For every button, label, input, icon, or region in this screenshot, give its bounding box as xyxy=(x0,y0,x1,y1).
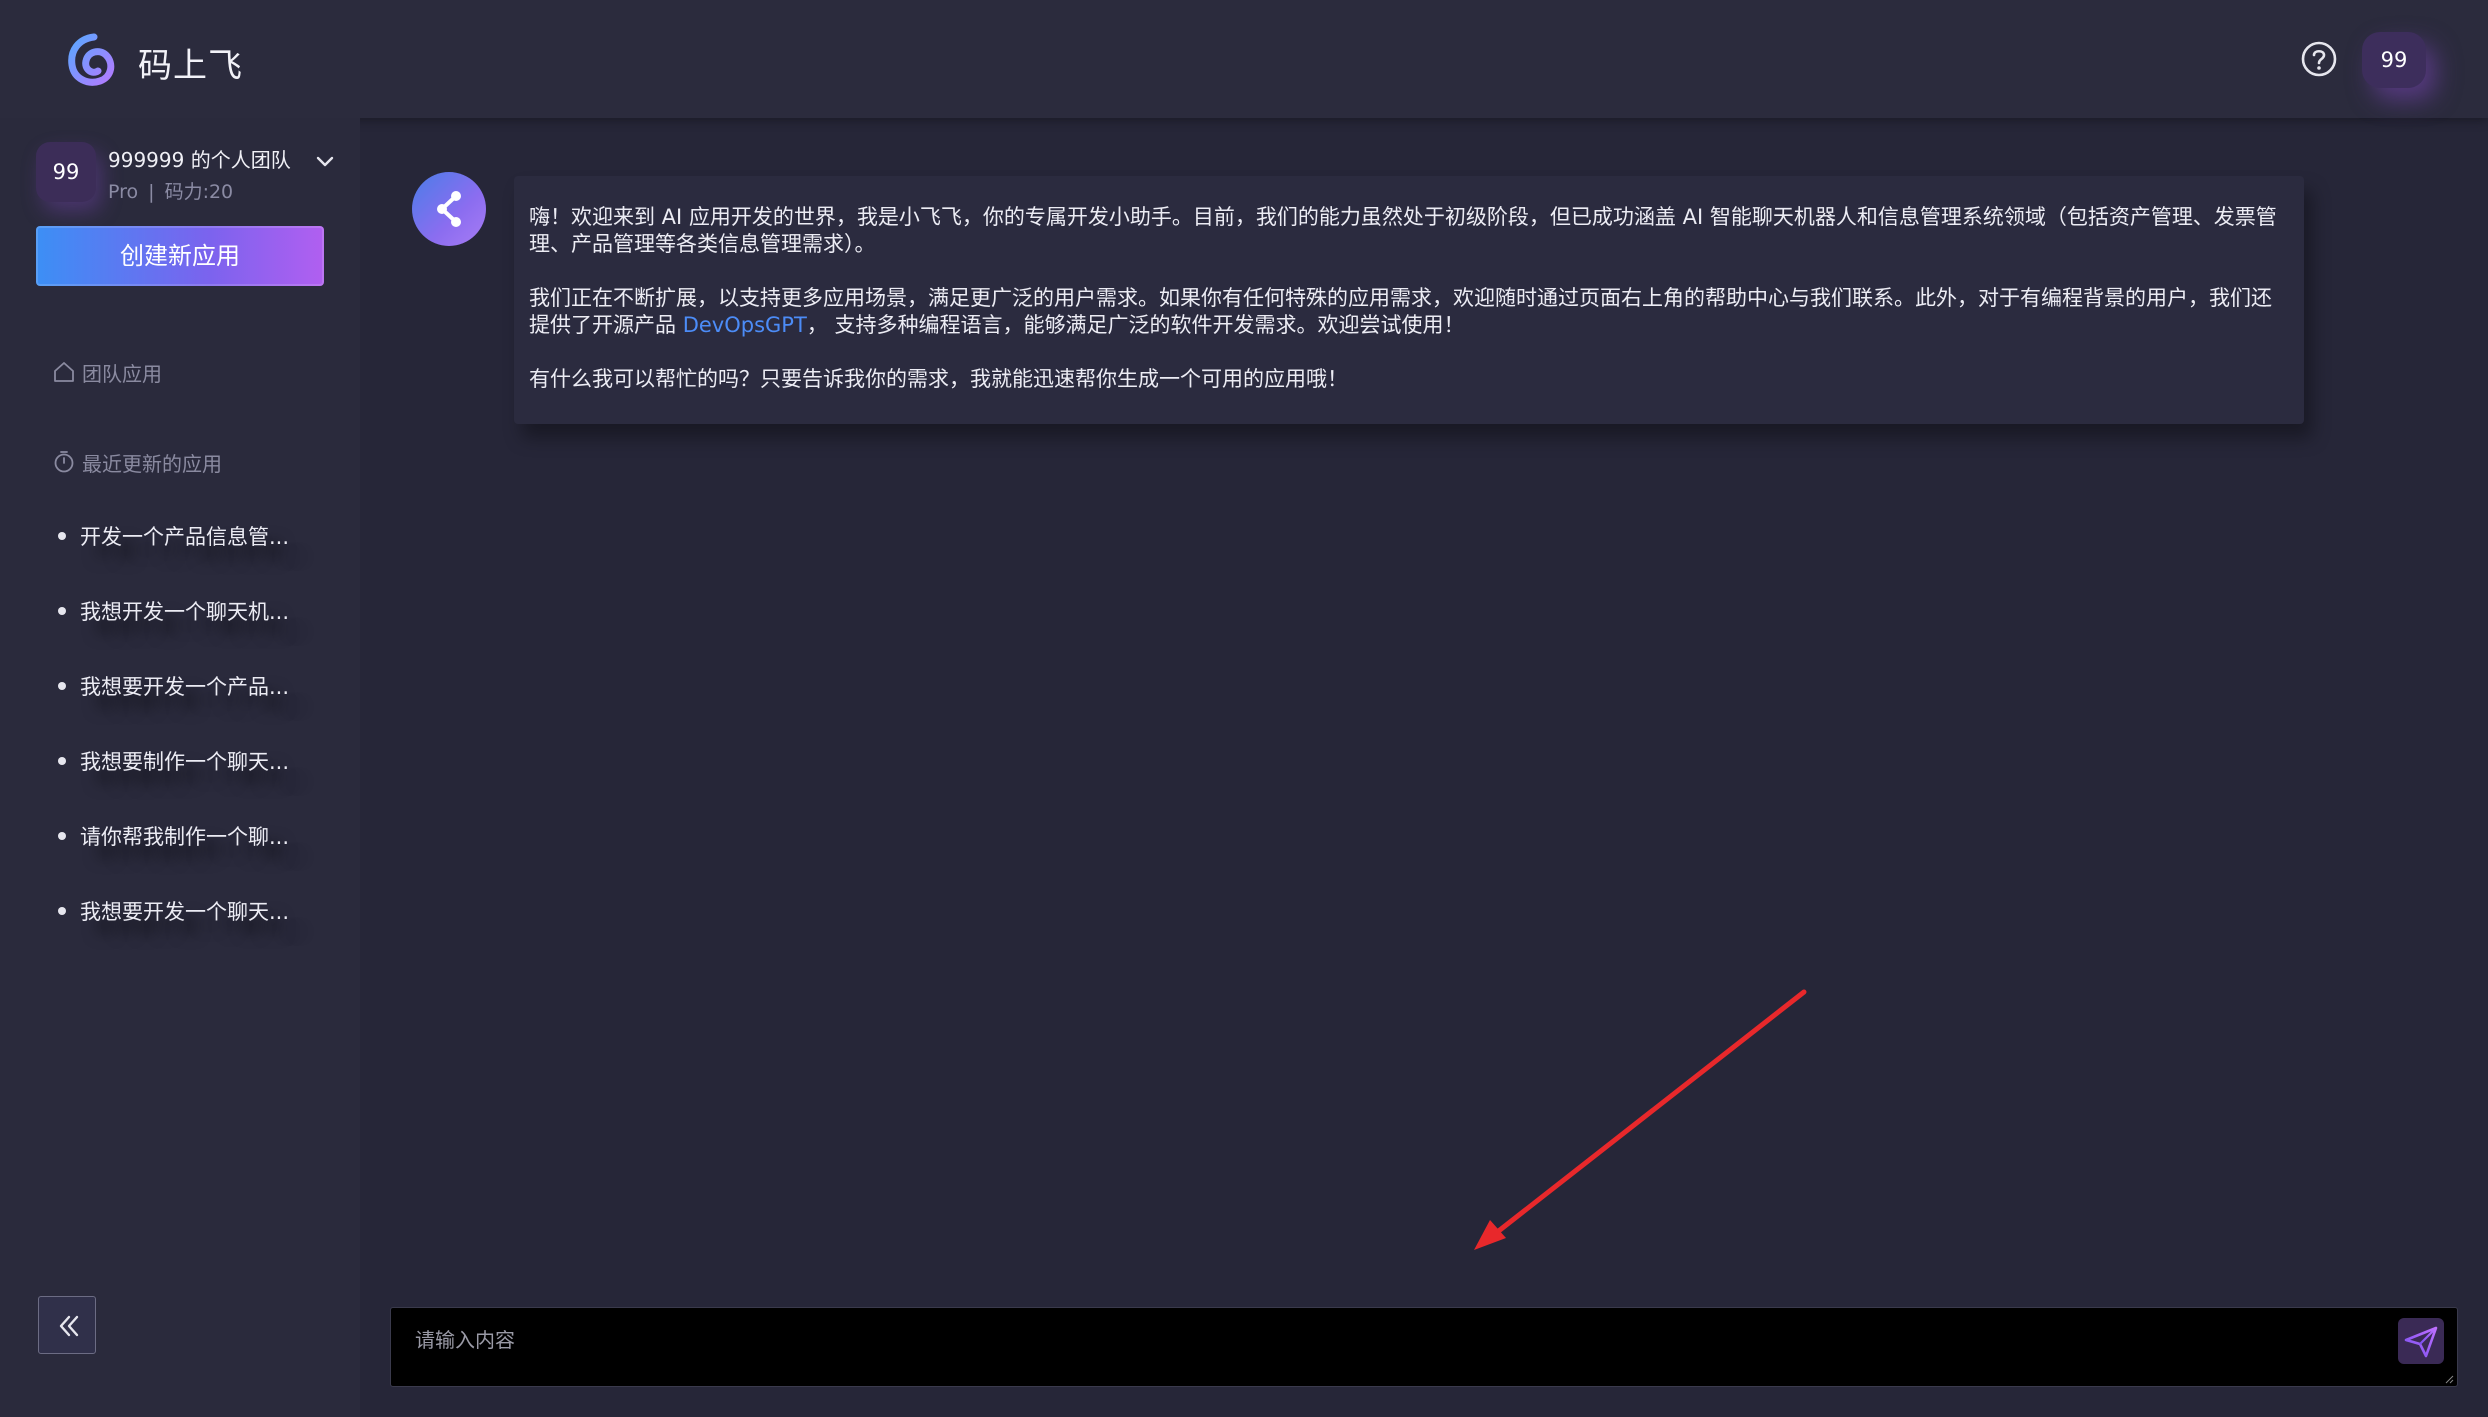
home-icon xyxy=(54,362,74,382)
bullet-icon xyxy=(58,832,66,840)
user-avatar[interactable]: 99 xyxy=(2362,32,2426,88)
double-chevron-left-icon xyxy=(59,1315,79,1337)
assistant-avatar xyxy=(412,172,486,246)
recent-app-item[interactable]: 我想要开发一个产品... xyxy=(58,670,289,702)
bullet-icon xyxy=(58,907,66,915)
chevron-down-icon[interactable] xyxy=(314,150,336,172)
message-text: ， 支持多种编程语言，能够满足广泛的软件开发需求。欢迎尝试使用！ xyxy=(806,313,1465,337)
bullet-icon xyxy=(58,757,66,765)
recent-app-label: 我想要开发一个聊天... xyxy=(80,900,290,924)
app-title: 码上飞 xyxy=(138,46,243,86)
message-paragraph: 嗨！欢迎来到 AI 应用开发的世界，我是小飞飞，你的专属开发小助手。目前，我们的… xyxy=(529,205,2277,256)
chat-input-container xyxy=(390,1307,2458,1387)
team-plan: Pro xyxy=(108,181,139,203)
stopwatch-icon xyxy=(54,451,74,473)
recent-app-label: 我想开发一个聊天机... xyxy=(80,600,290,624)
message-paragraph: 有什么我可以帮忙的吗？只要告诉我你的需求，我就能迅速帮你生成一个可用的应用哦！ xyxy=(529,367,1348,391)
help-circle-icon[interactable] xyxy=(2300,40,2338,78)
recent-app-item[interactable]: 请你帮我制作一个聊... xyxy=(58,820,289,852)
resize-grip-icon[interactable] xyxy=(2444,1374,2454,1384)
red-arrow-annotation xyxy=(1474,989,1807,1250)
message-paragraph: 我们正在不断扩展，以支持更多应用场景，满足更广泛的用户需求。如果你有任何特殊的应… xyxy=(529,285,2284,339)
recent-app-label: 请你帮我制作一个聊... xyxy=(80,825,290,849)
app-logo-icon[interactable] xyxy=(64,33,118,87)
recent-app-item[interactable]: 我想要制作一个聊天... xyxy=(58,745,289,777)
nav-recent-apps[interactable]: 最近更新的应用 xyxy=(52,446,222,478)
bullet-icon xyxy=(58,682,66,690)
recent-app-label: 开发一个产品信息管... xyxy=(80,525,290,549)
nav-team-apps-label: 团队应用 xyxy=(82,361,162,386)
send-icon xyxy=(2404,1326,2438,1358)
top-header: 码上飞 99 xyxy=(0,0,2488,118)
team-plan-info: Pro | 码力:20 xyxy=(108,177,233,204)
create-app-button[interactable]: 创建新应用 xyxy=(36,226,324,286)
team-power: 码力:20 xyxy=(164,181,234,203)
recent-app-label: 我想要制作一个聊天... xyxy=(80,750,290,774)
team-avatar[interactable]: 99 xyxy=(36,142,96,202)
nav-team-apps[interactable]: 团队应用 xyxy=(52,356,162,388)
recent-app-item[interactable]: 我想开发一个聊天机... xyxy=(58,595,289,627)
team-name[interactable]: 999999 的个人团队 xyxy=(108,144,291,173)
team-separator: | xyxy=(148,181,155,203)
collapse-sidebar-button[interactable] xyxy=(38,1296,96,1354)
send-button[interactable] xyxy=(2398,1318,2444,1364)
bullet-icon xyxy=(58,532,66,540)
recent-app-label: 我想要开发一个产品... xyxy=(80,675,290,699)
recent-app-item[interactable]: 开发一个产品信息管... xyxy=(58,520,289,552)
recent-app-item[interactable]: 我想要开发一个聊天... xyxy=(58,895,289,927)
sidebar: 99 999999 的个人团队 Pro | 码力:20 创建新应用 团队应用 最近更… xyxy=(0,118,360,1417)
nav-recent-apps-label: 最近更新的应用 xyxy=(82,451,222,476)
chat-input[interactable] xyxy=(413,1322,2367,1376)
share-icon xyxy=(437,191,461,227)
bullet-icon xyxy=(58,607,66,615)
devopsgpt-link[interactable]: DevOpsGPT xyxy=(683,313,807,337)
